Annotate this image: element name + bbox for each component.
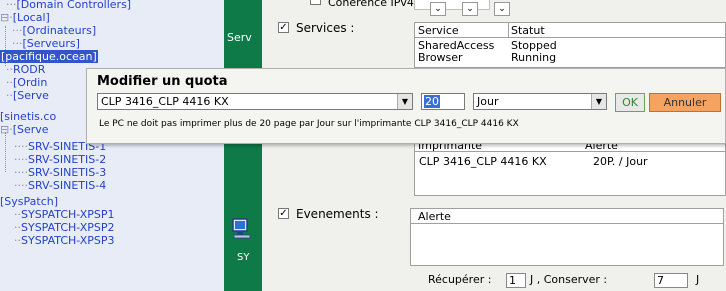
evenements-label: Evenements : xyxy=(296,207,379,221)
ipv4-select-3[interactable]: ⌄ xyxy=(494,2,510,16)
coherence-checkbox[interactable] xyxy=(310,0,321,5)
tree-item-serveurs-3[interactable]: ⊟·[Serve xyxy=(0,123,49,136)
quota-limit-cell[interactable]: 20P. / Jour xyxy=(593,155,648,168)
ipv4-select-1[interactable]: ⌄ xyxy=(430,2,446,16)
ipv4-select-2[interactable]: ⌄ xyxy=(462,2,478,16)
conserver-label: J , Conserver : xyxy=(530,273,608,286)
band-label-bottom: SY xyxy=(237,252,250,263)
column-header-service[interactable]: Service xyxy=(418,24,459,37)
tree-item-srv-sinetis-4[interactable]: ····SRV-SINETIS-4 xyxy=(14,179,106,192)
service-name-cell: Browser xyxy=(418,51,463,64)
tree-item-syspatch[interactable]: [SysPatch] xyxy=(0,195,58,208)
services-table: Service Statut SharedAccess Stopped Brow… xyxy=(414,22,726,68)
column-divider xyxy=(508,23,509,37)
tree-item-srv-sinetis-3[interactable]: ····SRV-SINETIS-3 xyxy=(14,166,106,179)
recuperer-input[interactable]: 1 xyxy=(506,273,526,288)
quota-printer-cell[interactable]: CLP 3416_CLP 4416 KX xyxy=(419,155,547,168)
column-header-statut[interactable]: Statut xyxy=(511,24,545,37)
ipv4-field[interactable] xyxy=(414,0,490,10)
collapse-icon[interactable]: ⊟· xyxy=(0,11,13,24)
band-label-top: Serv xyxy=(227,31,252,44)
services-checkbox[interactable]: ✓ xyxy=(278,22,289,33)
tree-item-rodr[interactable]: ··RODR xyxy=(6,63,45,76)
tree-connector xyxy=(5,132,6,172)
services-label: Services : xyxy=(296,21,355,35)
collapse-icon[interactable]: ⊟· xyxy=(0,123,13,136)
coherence-label: Coherence IPv4 : xyxy=(328,0,422,9)
events-table: Alerte xyxy=(410,208,724,266)
period-select-value: Jour xyxy=(477,95,499,108)
printer-select-value: CLP 3416_CLP 4416 KX xyxy=(101,95,229,108)
evenements-checkbox[interactable]: ✓ xyxy=(278,208,289,219)
quota-description: Le PC ne doit pas imprimer plus de 20 pa… xyxy=(99,119,519,129)
tree-item-syspatch-xpsp1[interactable]: ··SYSPATCH-XPSP1 xyxy=(14,208,115,221)
green-side-band: Serv SY xyxy=(224,0,262,291)
header-divider xyxy=(411,223,723,224)
period-select[interactable]: Jour ▼ xyxy=(473,93,607,110)
server-details-panel: Coherence IPv4 : ⌄ ⌄ ⌄ ✓ Services : Serv… xyxy=(262,0,726,291)
tree-item-pacifique[interactable]: [pacifique.ocean] xyxy=(0,50,98,63)
cancel-button[interactable]: Annuler xyxy=(649,93,721,112)
dropdown-arrow-icon[interactable]: ▼ xyxy=(591,94,606,109)
conserver-unit: J xyxy=(696,273,700,286)
tree-item-serveurs-2[interactable]: ··[Serve xyxy=(6,89,49,102)
server-tree: ···[Domain Controllers] ⊟·[Local] ···[Or… xyxy=(0,0,224,291)
tree-item-syspatch-xpsp3[interactable]: ··SYSPATCH-XPSP3 xyxy=(14,234,115,247)
service-status-cell: Running xyxy=(511,51,557,64)
dialog-title: Modifier un quota xyxy=(97,74,228,89)
tree-item-srv-sinetis-2[interactable]: ····SRV-SINETIS-2 xyxy=(14,153,106,166)
tree-item-local[interactable]: ⊟·[Local] xyxy=(0,11,50,24)
dropdown-arrow-icon[interactable]: ▼ xyxy=(397,94,412,109)
computer-icon xyxy=(232,218,251,239)
modifier-quota-dialog: Modifier un quota CLP 3416_CLP 4416 KX ▼… xyxy=(86,68,726,144)
recuperer-label: Récupérer : xyxy=(428,273,492,286)
tree-item-ordinateurs[interactable]: ···[Ordinateurs] xyxy=(12,24,96,37)
tree-item-serveurs[interactable]: ···[Serveurs] xyxy=(12,37,80,50)
printer-select[interactable]: CLP 3416_CLP 4416 KX ▼ xyxy=(97,93,413,110)
quota-table: Imprimante Alerte CLP 3416_CLP 4416 KX 2… xyxy=(414,139,726,196)
header-divider xyxy=(415,151,725,152)
header-divider xyxy=(415,37,725,38)
tree-item-syspatch-xpsp2[interactable]: ··SYSPATCH-XPSP2 xyxy=(14,221,115,234)
conserver-input[interactable]: 7 xyxy=(654,273,688,288)
tree-item-domain-controllers[interactable]: ···[Domain Controllers] xyxy=(6,0,131,11)
tree-item-sinetis[interactable]: [sinetis.co xyxy=(0,110,56,123)
column-header-alerte[interactable]: Alerte xyxy=(418,210,451,223)
quantity-value: 20 xyxy=(424,95,440,108)
ok-button[interactable]: OK xyxy=(615,93,645,112)
tree-item-ordinateurs-2[interactable]: ··[Ordin xyxy=(6,76,47,89)
quantity-input[interactable]: 20 xyxy=(421,93,465,110)
